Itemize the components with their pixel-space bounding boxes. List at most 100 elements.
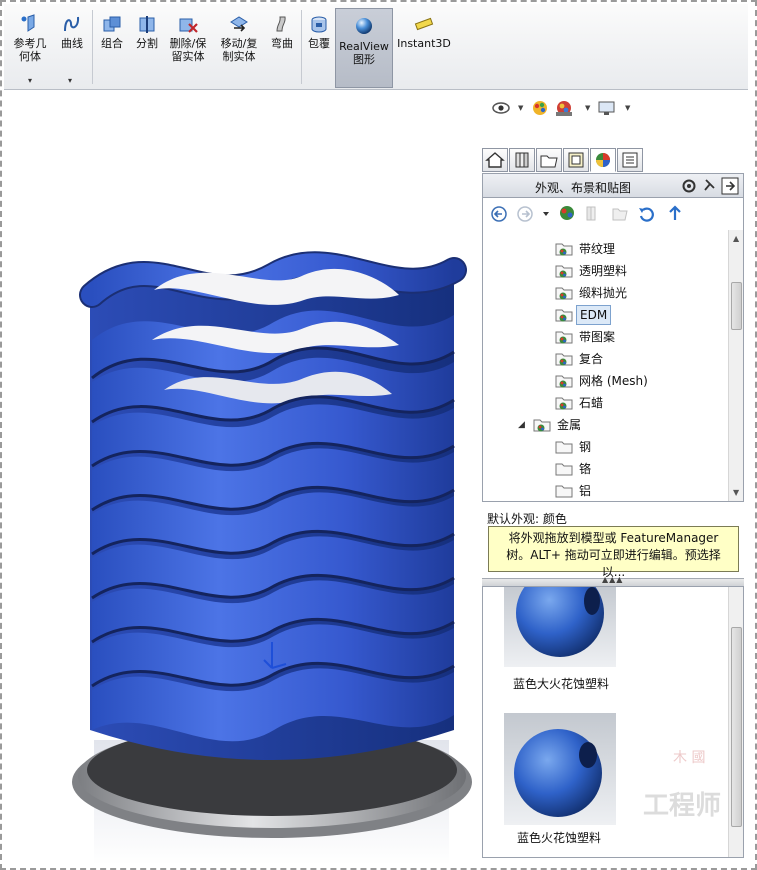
monitor-dropdown-icon[interactable]: ▼ [625,104,630,112]
refresh-icon[interactable] [639,207,654,222]
ribbon-separator [92,10,93,84]
scroll-down-icon[interactable]: ▼ [733,488,739,497]
add-library-icon[interactable] [586,206,596,221]
scene-dropdown-icon[interactable]: ▼ [585,104,590,112]
tree-item-label: 透明塑料 [579,264,628,278]
flex-icon [276,16,286,32]
realview-sphere-icon [356,18,372,34]
move-copy-label: 移动/复 [220,37,258,50]
tree-item-label: 石蜡 [579,396,604,410]
wrap-button[interactable]: 包覆 [304,14,334,50]
tree-item-label: 金属 [557,418,582,432]
tree-item-label: EDM [576,305,612,325]
graphics-viewport[interactable] [4,90,484,865]
realview-label-2: 图形 [353,53,375,66]
appearance-folder-icon [555,331,573,344]
options-gear-icon[interactable] [681,178,697,194]
appearance-folder-icon [555,287,573,300]
design-library-icon [515,152,529,168]
appearance-folder-icon [555,243,573,256]
tab-appearances-scenes-decals[interactable] [590,148,616,172]
ref-geometry-dropdown-icon[interactable]: ▾ [28,76,32,85]
delete-keep-body-button[interactable]: 删除/保 留实体 [165,14,211,63]
taskpane-nav-toolbar [482,198,744,230]
custom-properties-icon [622,152,638,168]
tree-item-label: 钢 [579,440,592,454]
history-dropdown-icon[interactable] [543,212,549,216]
delete-keep-label: 删除/保 [169,37,207,50]
gallery-thumb-blue-large-edm-plastic[interactable] [504,586,616,667]
flex-button[interactable]: 弯曲 [266,14,298,50]
back-arrow-icon[interactable] [491,206,507,222]
appearance-tree[interactable]: 带纹理 透明塑料 缎料抛光 EDM 带图案 复合 网格 (Mesh) 石蜡 ◢ … [482,230,744,502]
gallery-scroll-thumb[interactable] [731,627,742,827]
gallery-scrollbar[interactable] [728,587,743,857]
appearance-folder-icon [555,463,573,476]
split-label: 分割 [136,37,158,50]
appearance-folder-open-icon [533,419,551,432]
taskpane-tabs [482,148,744,172]
tree-scroll-thumb[interactable] [731,282,742,330]
tab-file-explorer[interactable] [536,148,562,172]
gallery-thumb-blue-edm-plastic[interactable] [504,713,616,825]
appearance-folder-icon [555,265,573,278]
tab-view-palette[interactable] [563,148,589,172]
drag-hint-tooltip: 将外观拖放到模型或 FeatureManager 树。ALT+ 拖动可立即进行编… [488,526,739,579]
collapse-arrow-icon[interactable]: ◢ [518,420,525,430]
curves-icon [64,16,80,32]
move-copy-icon [230,16,248,32]
tree-item-label: 复合 [579,352,604,366]
tree-item-label: 网格 (Mesh) [579,374,648,388]
hide-show-eye-icon[interactable] [492,102,510,114]
combine-button[interactable]: 组合 [96,14,128,50]
appearances-ball-icon [596,153,610,167]
wrap-icon [311,16,327,33]
add-folder-icon[interactable] [612,208,628,221]
appearance-folder-icon [555,441,573,454]
instant3d-button[interactable]: Instant3D [396,14,452,50]
instant3d-label: Instant3D [397,37,451,50]
pane-splitter[interactable]: ▲▲▲ [482,575,744,586]
tab-custom-properties[interactable] [617,148,643,172]
tab-solidworks-resources[interactable] [482,148,508,172]
move-copy-label-2: 制实体 [222,50,256,63]
delete-body-icon [179,18,198,33]
combine-label: 组合 [101,37,123,50]
curves-button[interactable]: 曲线 [54,14,90,50]
home-icon [485,152,505,168]
view-palette-icon [568,152,584,168]
appearance-folder-icon [555,353,573,366]
collapse-pane-icon[interactable] [721,177,739,195]
wave-spring-model[interactable] [4,90,484,865]
scroll-up-icon[interactable]: ▲ [733,234,739,243]
ribbon-separator [301,10,302,84]
view-display-monitor-icon[interactable] [598,101,615,115]
up-folder-arrow-icon[interactable] [669,205,681,220]
flex-label: 弯曲 [271,37,293,50]
forward-arrow-icon[interactable] [517,206,533,222]
reference-geometry-button[interactable]: 参考几 何体 [10,14,50,63]
reference-geometry-icon [21,14,35,32]
pin-icon[interactable] [703,178,717,194]
delete-keep-label-2: 留实体 [171,50,205,63]
taskpane-title: 外观、布景和贴图 [535,181,632,195]
appearance-folder-icon [555,309,573,322]
split-button[interactable]: 分割 [131,14,163,50]
edit-appearance-icon[interactable] [533,101,547,115]
tree-scrollbar[interactable]: ▲ ▼ [728,230,743,501]
watermark-text: 工程师 [643,791,722,821]
wrap-label: 包覆 [308,37,330,50]
appearance-gallery[interactable]: 蓝色大火花蚀塑料 蓝色火花蚀塑料 木 國 工程师 [482,586,744,858]
tree-item-label: 带纹理 [579,242,616,256]
curves-dropdown-icon[interactable]: ▾ [68,76,72,85]
realview-graphics-button[interactable]: RealView 图形 [335,8,393,88]
add-appearance-icon[interactable] [560,206,574,220]
gallery-item-label: 蓝色火花蚀塑料 [517,831,602,845]
apply-scene-icon[interactable] [556,101,572,116]
tooltip-line-1: 将外观拖放到模型或 FeatureManager [508,531,719,545]
move-copy-body-button[interactable]: 移动/复 制实体 [216,14,262,63]
gallery-item-label: 蓝色大火花蚀塑料 [513,677,610,691]
tab-design-library[interactable] [509,148,535,172]
eye-dropdown-icon[interactable]: ▼ [518,104,523,112]
split-icon [139,16,155,33]
